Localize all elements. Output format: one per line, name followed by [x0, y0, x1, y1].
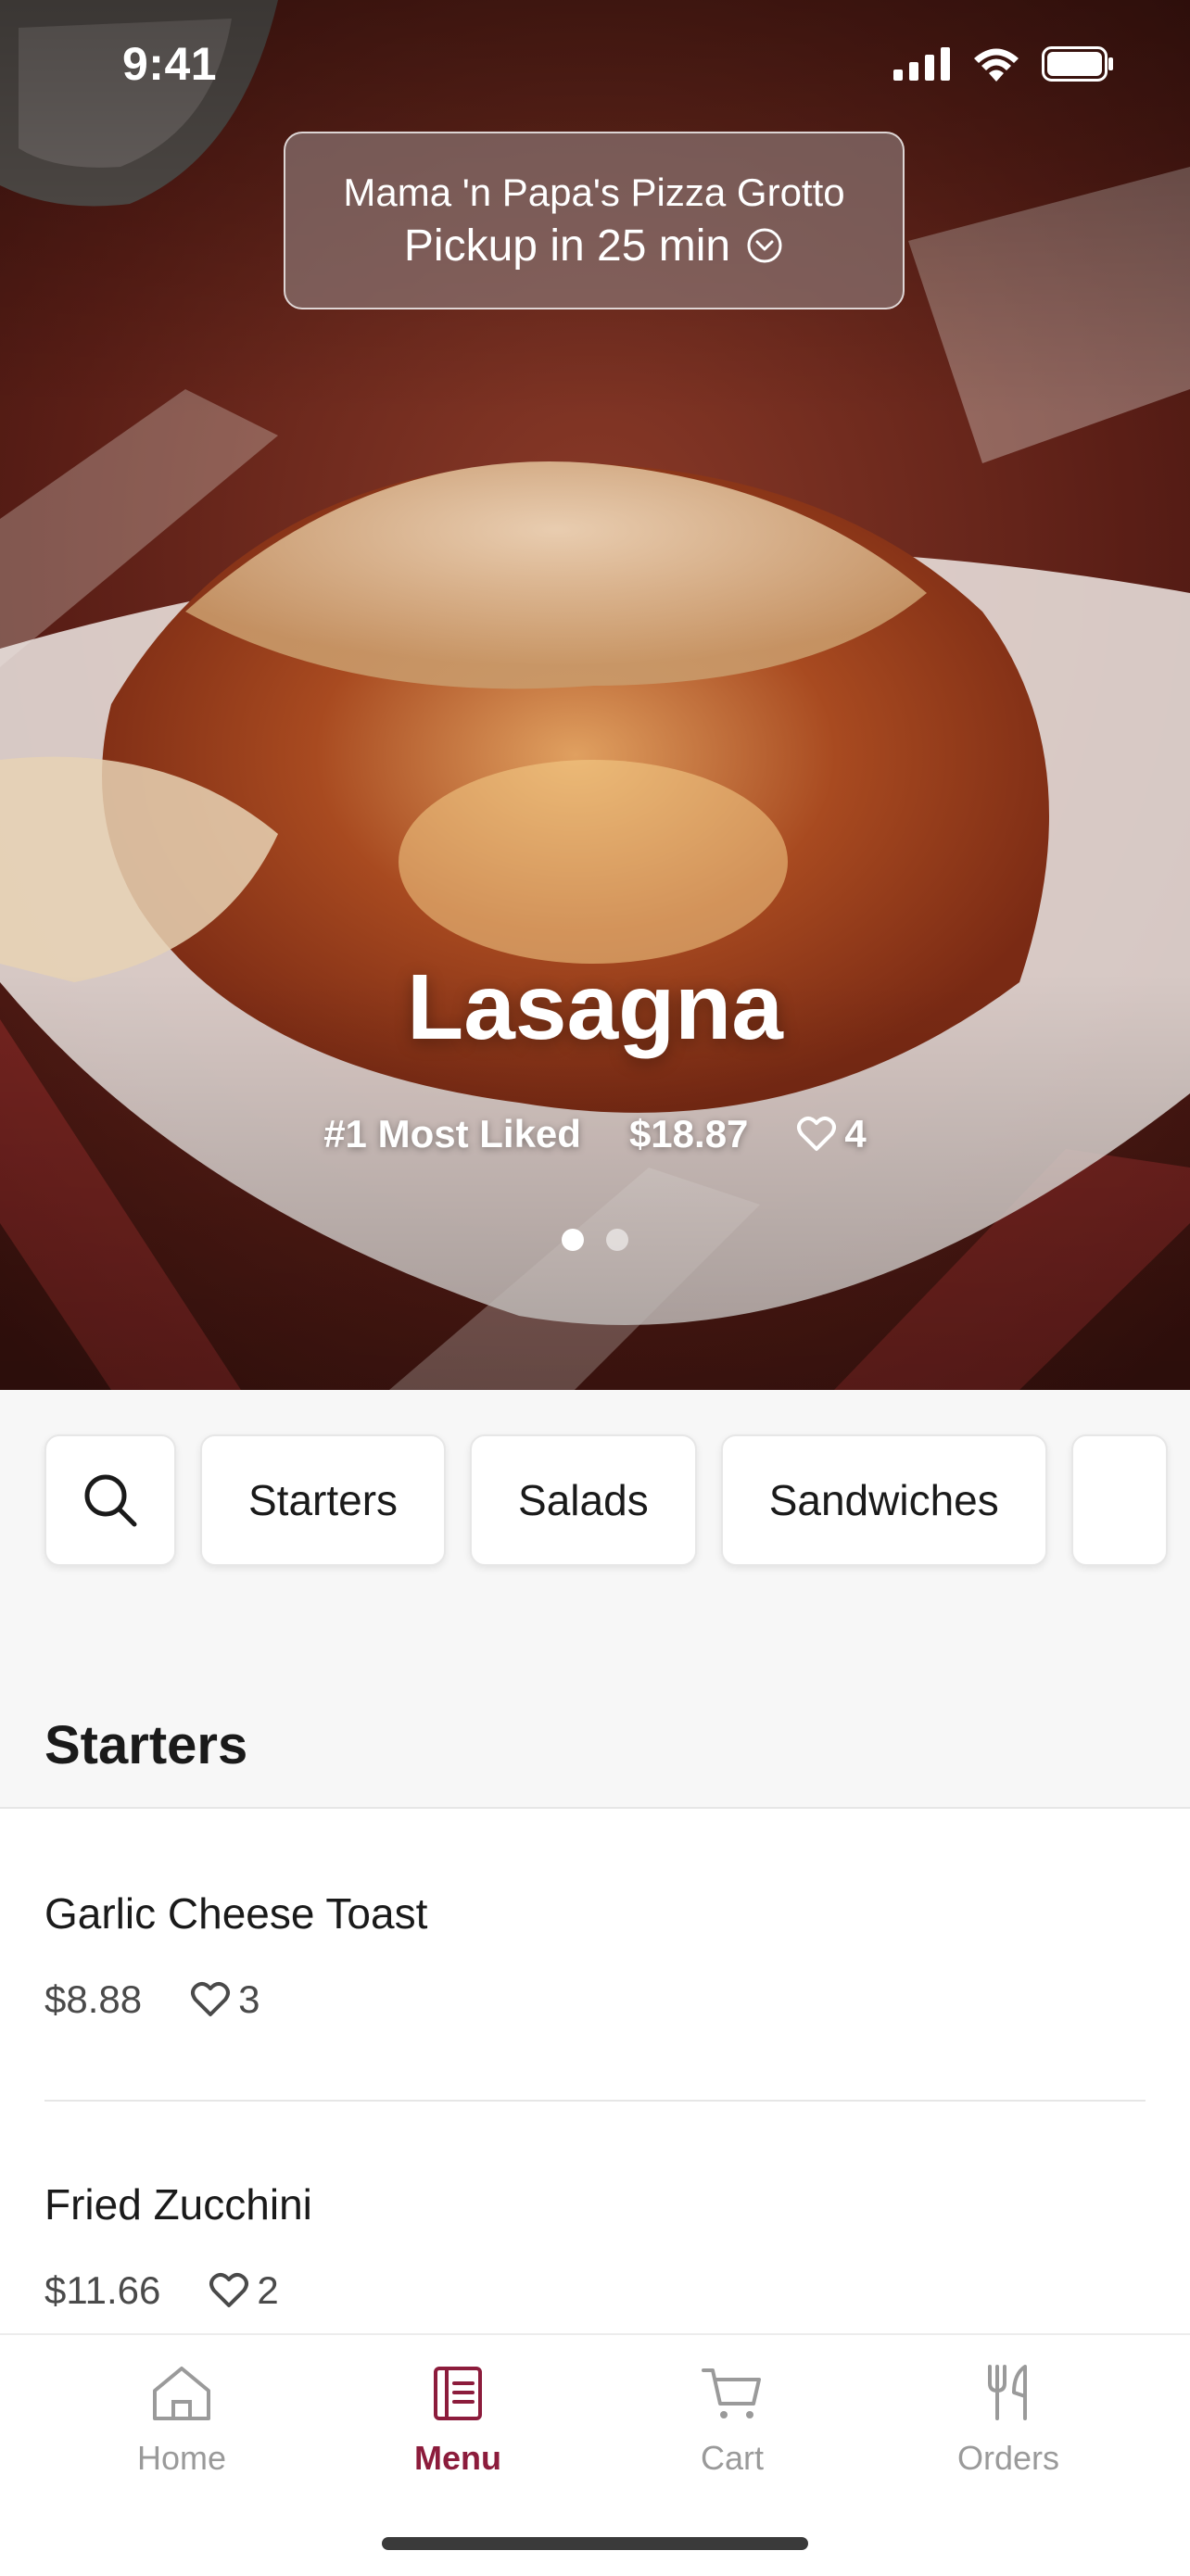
- menu-item-name: Garlic Cheese Toast: [44, 1889, 428, 1938]
- carousel-page-indicator[interactable]: [0, 1229, 1190, 1251]
- heart-icon: [191, 1982, 231, 2016]
- chevron-down-circle-icon: [747, 228, 782, 263]
- tab-cart[interactable]: Cart: [639, 2363, 825, 2478]
- menu-item-likes: 3: [190, 1977, 260, 2022]
- home-indicator: [382, 2537, 808, 2550]
- tab-label: Cart: [700, 2439, 764, 2477]
- menu-item-likes-count: 3: [238, 1977, 260, 2021]
- heart-icon: [797, 1117, 837, 1151]
- tab-menu[interactable]: Menu: [365, 2363, 551, 2478]
- battery-icon: [1042, 46, 1113, 82]
- category-chip-next[interactable]: [1070, 1434, 1168, 1566]
- status-icons: [893, 46, 1116, 82]
- tab-label: Orders: [956, 2439, 1060, 2477]
- status-bar: 9:41: [0, 0, 1190, 130]
- carousel-dot-1[interactable]: [562, 1229, 584, 1251]
- menu-item-price: $8.88: [44, 1977, 143, 2021]
- menu-item-price: $11.66: [44, 2268, 161, 2312]
- carousel-dot-2[interactable]: [606, 1229, 628, 1251]
- category-chip-salads[interactable]: Salads: [470, 1434, 697, 1566]
- menu-item[interactable]: Fried Zucchini $11.66 2: [44, 2179, 1146, 2313]
- menu-icon: [434, 2367, 482, 2420]
- store-name: Mama 'n Papa's Pizza Grotto: [343, 170, 845, 214]
- cart-icon: [702, 2368, 761, 2418]
- menu-item-name: Fried Zucchini: [44, 2180, 312, 2229]
- item-divider: [44, 2100, 1146, 2102]
- category-chip-sandwiches[interactable]: Sandwiches: [720, 1434, 1047, 1566]
- featured-price: $18.87: [628, 1112, 749, 1155]
- featured-likes-count: 4: [844, 1112, 867, 1155]
- status-time: 9:41: [122, 38, 218, 90]
- heart-icon: [209, 2273, 249, 2307]
- tab-label: Menu: [414, 2439, 501, 2477]
- fork-knife-icon: [988, 2365, 1027, 2420]
- menu-item-likes: 2: [209, 2268, 279, 2313]
- pickup-time: Pickup in 25 min: [403, 221, 731, 271]
- tab-home[interactable]: Home: [89, 2363, 274, 2478]
- menu-item-list: Garlic Cheese Toast $8.88 3 Fried Zucchi…: [0, 1807, 1190, 2337]
- tab-label: Home: [136, 2439, 227, 2477]
- search-icon: [84, 1474, 137, 1527]
- store-selector[interactable]: Mama 'n Papa's Pizza Grotto Pickup in 25…: [284, 132, 905, 309]
- menu-item-likes-count: 2: [257, 2268, 279, 2312]
- menu-item-meta: $8.88 3: [44, 1977, 1146, 2022]
- home-icon: [153, 2367, 210, 2420]
- category-chips: Starters Salads Sandwiches: [44, 1434, 1168, 1566]
- featured-dish-meta: #1 Most Liked $18.87 4: [0, 1112, 1190, 1156]
- featured-dish-title: Lasagna: [407, 955, 783, 1059]
- search-button[interactable]: [44, 1434, 176, 1566]
- menu-item[interactable]: Garlic Cheese Toast $8.88 3: [44, 1888, 1146, 2022]
- menu-item-meta: $11.66 2: [44, 2268, 1146, 2313]
- featured-badge: #1 Most Liked: [323, 1112, 581, 1155]
- tab-orders[interactable]: Orders: [916, 2363, 1101, 2478]
- section-title: Starters: [44, 1715, 248, 1775]
- wifi-icon: [974, 48, 1019, 82]
- pickup-time-row: Pickup in 25 min: [404, 221, 784, 271]
- category-chip-starters[interactable]: Starters: [200, 1434, 447, 1566]
- featured-hero[interactable]: 9:41 Mama 'n Papa's Pizza Grotto Pickup …: [0, 0, 1190, 1390]
- cellular-signal-icon: [893, 47, 950, 81]
- featured-likes: 4: [796, 1112, 867, 1156]
